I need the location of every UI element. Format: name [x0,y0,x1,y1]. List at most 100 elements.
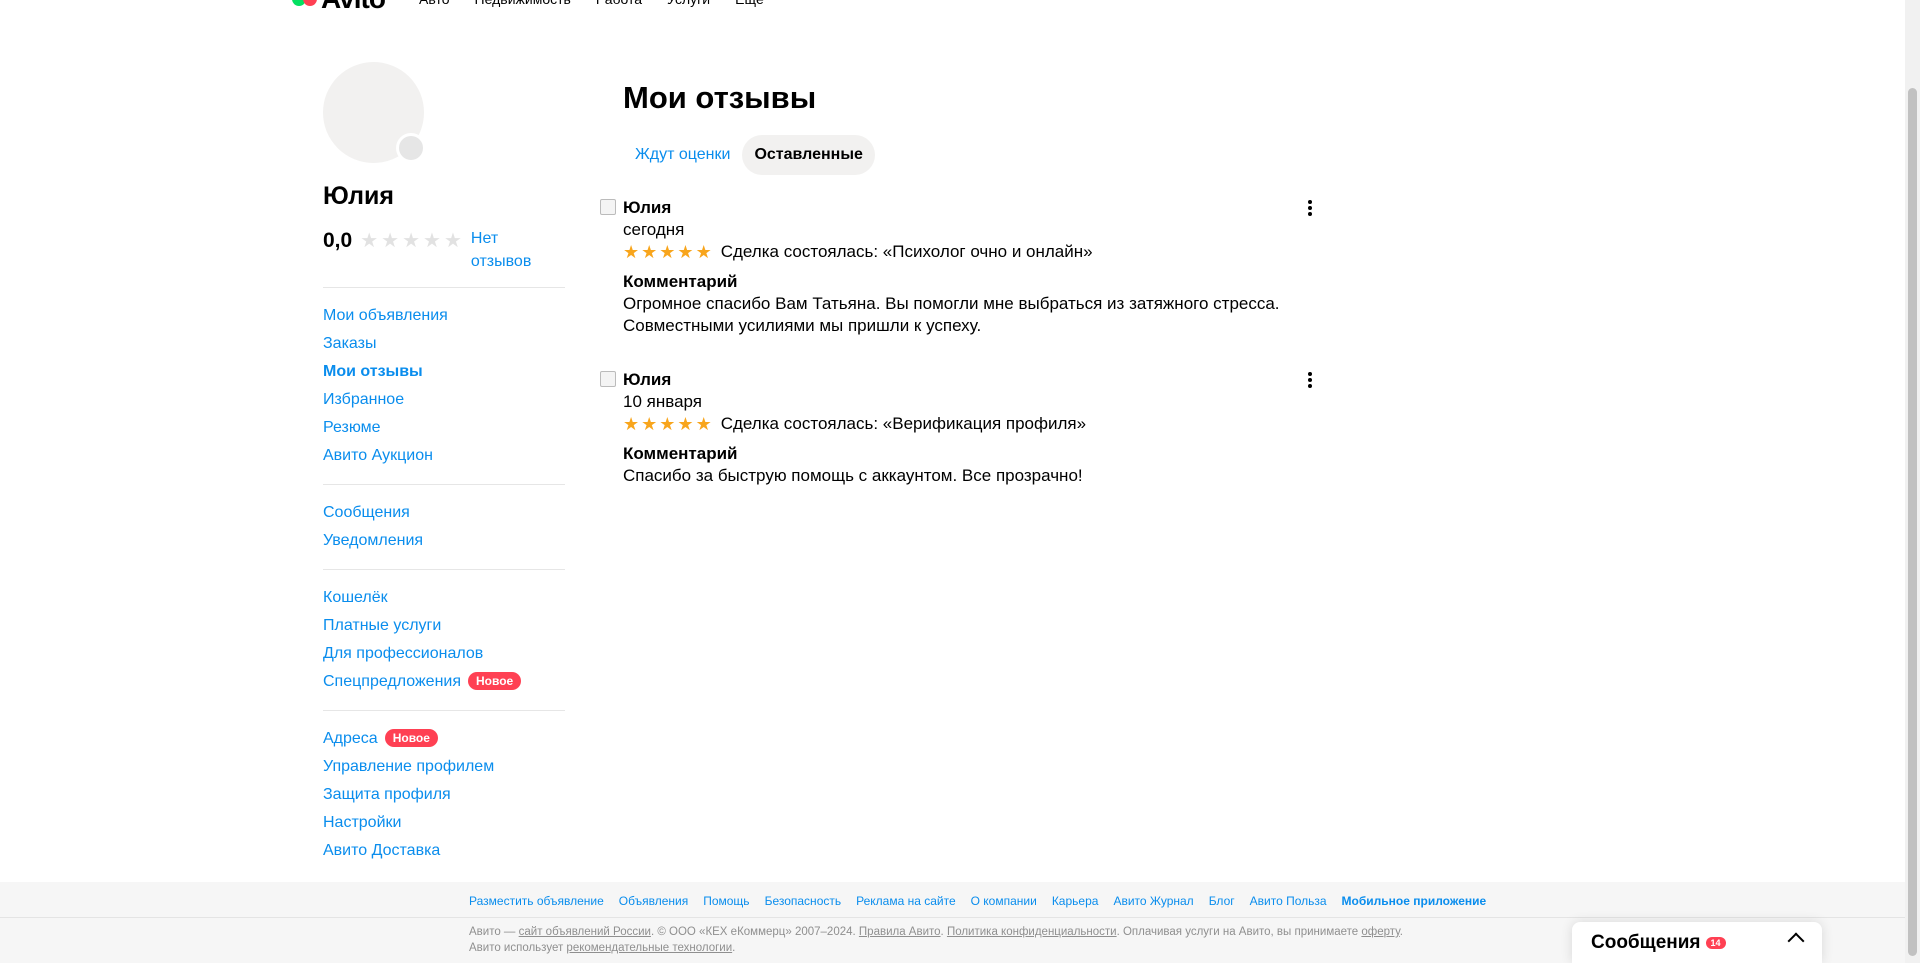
top-nav-link[interactable]: Авто [419,0,450,10]
star-empty-icon: ★ [381,230,400,252]
review-list: Юлия сегодня ★ ★ ★ ★ ★ Сделка состоялась: «Псих… [600,197,1323,487]
top-nav-link[interactable]: Ещё [735,0,764,10]
sidebar-item[interactable]: Сообщения [323,499,565,527]
legal-text: . © ООО «КЕХ еКоммерц» 2007–2024. [650,926,859,938]
review-author[interactable]: Юлия [623,369,1313,391]
star-filled-icon: ★ [695,414,712,434]
star-filled-icon: ★ [641,414,658,434]
sidebar-divider [323,484,565,485]
legal-link-privacy[interactable]: Политика конфиденциальности [947,926,1117,938]
sidebar-item-label: Адреса [323,730,378,747]
footer-links: Разместить объявление Объявления Помощь Без… [469,893,1501,909]
sidebar-item[interactable]: Уведомления [323,527,565,555]
no-reviews-link[interactable]: Нет отзывов [471,227,551,273]
legal-link-rules[interactable]: Правила Авито [859,926,941,938]
main-content: Мои отзывы Ждут оценки Оставленные Юлия се… [600,78,1323,487]
review-rating-row: ★ ★ ★ ★ ★ Сделка состоялась: «Психолог очно и… [623,241,1313,263]
rating-row: 0,0 ★ ★ ★ ★ ★ Нет отзывов [323,227,565,273]
legal-link-classifieds[interactable]: сайт объявлений России [519,926,651,938]
review-date: 10 января [623,392,702,411]
more-options-icon[interactable] [1303,197,1317,219]
footer-link[interactable]: Реклама на сайте [856,893,956,909]
star-empty-icon: ★ [443,230,462,252]
sidebar-item[interactable]: Управление профилем [323,753,565,781]
legal-text: Авито — [469,926,519,938]
review-comment: Огромное спасибо Вам Татьяна. Вы помогли… [623,294,1280,335]
tab-awaiting-rating[interactable]: Ждут оценки [623,135,742,175]
star-filled-icon: ★ [659,242,676,262]
footer-link[interactable]: Безопасность [765,893,842,909]
footer-link[interactable]: Авито Польза [1250,893,1327,909]
author-avatar[interactable] [600,371,616,387]
sidebar-nav: Мои объявления Заказы Мои отзывы Избранное Р… [323,287,565,865]
avatar[interactable] [323,62,426,163]
review-author[interactable]: Юлия [623,197,1313,219]
messages-widget[interactable]: Сообщения 14 [1572,922,1822,963]
sidebar-group: Кошелёк Платные услуги Для профессионалов С… [323,584,565,696]
top-nav-link[interactable]: Работа [596,0,642,10]
legal-link-offer[interactable]: оферту [1361,926,1399,938]
sidebar-item-label: Для профессионалов [323,645,484,662]
sidebar-item-label: Кошелёк [323,589,388,606]
star-filled-icon: ★ [677,414,694,434]
rating-value: 0,0 [323,229,353,252]
scrollbar[interactable] [1905,0,1920,963]
sidebar-item[interactable]: Защита профиля [323,781,565,809]
footer-link[interactable]: Блог [1209,893,1235,909]
review-deal: Сделка состоялась: «Психолог очно и онла… [720,242,1093,261]
footer-link[interactable]: Карьера [1052,893,1099,909]
top-nav-link[interactable]: Недвижимость [475,0,571,10]
footer-link[interactable]: Помощь [703,893,749,909]
footer-link[interactable]: Авито Журнал [1113,893,1193,909]
sidebar-item[interactable]: Платные услуги [323,612,565,640]
sidebar-item[interactable]: Настройки [323,809,565,837]
review-deal: Сделка состоялась: «Верификация профиля» [720,414,1087,433]
sidebar-item[interactable]: Избранное [323,386,565,414]
avito-logo[interactable]: Avito [292,0,386,13]
sidebar-item-label: Защита профиля [323,786,451,803]
sidebar-item-label: Авито Доставка [323,842,441,859]
sidebar-item[interactable]: Авито Доставка [323,837,565,865]
top-nav: Avito Авто Недвижимость Работа Услуги Ещё [0,0,1900,13]
sidebar-item[interactable]: Для профессионалов [323,640,565,668]
sidebar-item[interactable]: Мои отзывы [323,358,565,386]
star-filled-icon: ★ [623,242,640,262]
footer-link[interactable]: О компании [971,893,1037,909]
tab-left-reviews[interactable]: Оставленные [742,135,875,175]
sidebar-item[interactable]: Кошелёк [323,584,565,612]
sidebar-item-label: Спецпредложения [323,673,461,690]
sidebar-item-label: Уведомления [323,532,424,549]
sidebar-item-label: Сообщения [323,504,410,521]
review-comment: Спасибо за быструю помощь с аккаунтом. В… [623,466,1083,485]
footer-link[interactable]: Объявления [619,893,688,909]
new-badge: Новое [384,729,438,747]
profile-name[interactable]: Юлия [323,181,565,211]
author-avatar[interactable] [600,199,616,215]
sidebar-group: Адреса Новое Управление профилем Защита про… [323,725,565,865]
review-card: Юлия сегодня ★ ★ ★ ★ ★ Сделка состоялась: «Псих… [600,197,1313,337]
sidebar-divider [323,710,565,711]
sidebar-item[interactable]: Резюме [323,414,565,442]
avatar-edit-badge[interactable] [396,133,426,163]
sidebar-item[interactable]: Адреса Новое [323,725,565,753]
sidebar-item[interactable]: Заказы [323,330,565,358]
sidebar-item[interactable]: Спецпредложения Новое [323,668,565,696]
footer-link[interactable]: Мобильное приложение [1342,893,1487,909]
footer-link[interactable]: Разместить объявление [469,893,604,909]
star-filled-icon: ★ [677,242,694,262]
sidebar-item-label: Мои объявления [323,307,448,324]
top-nav-links: Авто Недвижимость Работа Услуги Ещё [419,0,789,10]
sidebar-item[interactable]: Мои объявления [323,302,565,330]
legal-text: . Оплачивая услуги на Авито, вы принимае… [1116,926,1362,938]
scrollbar-thumb[interactable] [1908,88,1917,956]
more-options-icon[interactable] [1303,369,1317,391]
top-nav-link[interactable]: Услуги [667,0,710,10]
logo-text: Avito [321,0,386,13]
legal-link-recommendations[interactable]: рекомендательные технологии [566,942,732,954]
sidebar-item[interactable]: Авито Аукцион [323,442,565,470]
chevron-up-icon[interactable] [1787,932,1805,950]
review-rating-row: ★ ★ ★ ★ ★ Сделка состоялась: «Верификация про… [623,413,1313,435]
profile-sidebar: Юлия 0,0 ★ ★ ★ ★ ★ Нет отзывов Мои объяв… [323,62,565,865]
review-date: сегодня [623,220,685,239]
comment-title: Комментарий [623,272,738,291]
